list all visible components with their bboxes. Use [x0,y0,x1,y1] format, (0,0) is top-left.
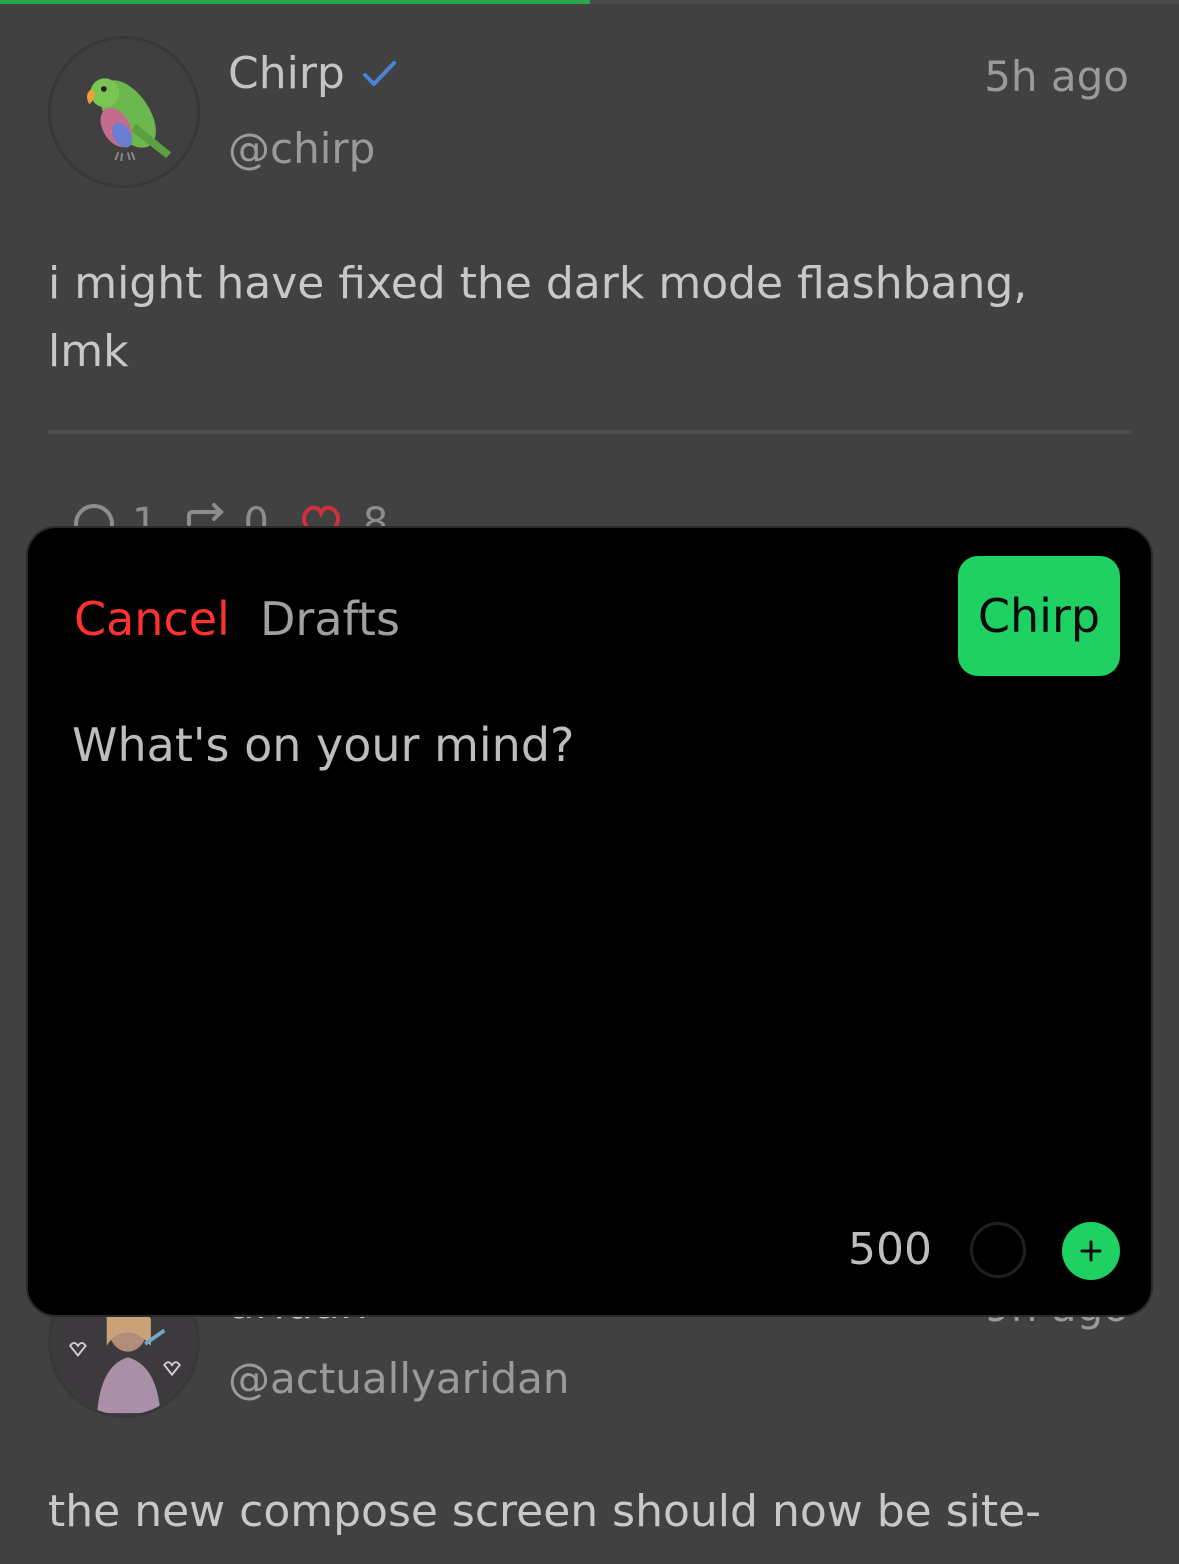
compose-input[interactable] [72,718,1102,1178]
user-handle[interactable]: @chirp [228,124,375,173]
character-count: 500 [848,1224,932,1275]
display-name[interactable]: Chirp [228,48,345,99]
post-text: the new compose screen should now be sit… [48,1486,1042,1537]
page-load-progress [0,0,1179,4]
chirp-submit-button[interactable]: Chirp [958,556,1120,676]
user-handle[interactable]: @actuallyaridan [228,1354,570,1403]
drafts-button[interactable]: Drafts [260,592,400,646]
plus-icon [1080,1240,1102,1262]
progress-fill [0,0,590,4]
parrot-icon [86,78,172,162]
add-thread-button[interactable]: + [1062,1222,1120,1280]
post-text: i might have fixed the dark mode flashba… [48,258,1028,377]
verified-check-icon [362,60,396,86]
post-divider [48,430,1131,434]
compose-modal: Cancel Drafts Chirp 500 + [26,526,1153,1317]
post-time: 5h ago [984,52,1129,101]
character-limit-ring [970,1222,1026,1278]
avatar[interactable] [48,36,200,188]
cancel-button[interactable]: Cancel [74,592,230,646]
